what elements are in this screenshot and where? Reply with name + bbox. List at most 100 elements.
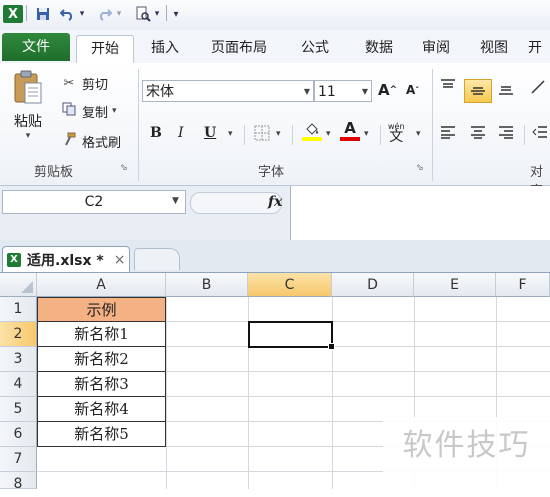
align-middle-button[interactable] — [464, 79, 492, 103]
cell-a2[interactable]: 新名称1 — [37, 322, 166, 347]
select-all-icon — [21, 281, 33, 293]
undo-icon[interactable] — [58, 5, 76, 23]
align-top-icon — [441, 79, 455, 88]
cell-a1[interactable]: 示例 — [37, 297, 166, 322]
format-painter-button[interactable]: 格式刷 — [60, 131, 121, 151]
paste-dropdown-icon[interactable]: ▾ — [26, 131, 31, 141]
copy-button[interactable]: 复制 ▾ — [60, 101, 117, 121]
clipboard-launcher-icon[interactable]: ⬂ — [120, 163, 128, 173]
row-header-6[interactable]: 6 — [0, 422, 37, 447]
row-header-7[interactable]: 7 — [0, 447, 37, 472]
paste-button[interactable]: 粘贴 ▾ — [6, 69, 50, 155]
close-tab-icon[interactable]: × — [114, 252, 126, 268]
font-group-label: 字体 — [258, 165, 285, 180]
fill-handle[interactable] — [328, 343, 335, 350]
tab-developer[interactable]: 开 — [528, 35, 550, 61]
align-right-button[interactable] — [498, 125, 514, 139]
cell-a3[interactable]: 新名称2 — [37, 347, 166, 372]
bold-button[interactable]: B — [150, 125, 162, 141]
phonetic-button[interactable]: wén 文 — [388, 121, 405, 144]
tab-view[interactable]: 视图 — [466, 35, 522, 61]
column-header-a[interactable]: A — [37, 273, 166, 297]
tab-page-layout[interactable]: 页面布局 — [198, 35, 280, 61]
copy-dropdown-icon[interactable]: ▾ — [112, 106, 117, 116]
row-header-8[interactable]: 8 — [0, 472, 37, 492]
tab-insert[interactable]: 插入 — [138, 35, 192, 61]
align-bottom-button[interactable] — [498, 81, 514, 95]
cell-a5[interactable]: 新名称4 — [37, 397, 166, 422]
name-box[interactable]: C2 — [2, 190, 186, 214]
orientation-button[interactable] — [530, 79, 546, 95]
decrease-indent-button[interactable] — [532, 125, 548, 139]
redo-icon[interactable] — [96, 5, 114, 23]
cut-button[interactable]: ✂ 剪切 — [60, 73, 108, 93]
align-center-icon — [471, 126, 485, 139]
column-header-d[interactable]: D — [332, 273, 414, 297]
workbook-tab-label: 适用.xlsx * — [27, 252, 104, 269]
tab-file[interactable]: 文件 — [2, 33, 70, 61]
row-header-5[interactable]: 5 — [0, 397, 37, 422]
divider — [244, 125, 245, 145]
formula-input[interactable] — [290, 186, 550, 240]
paste-icon — [14, 70, 42, 104]
font-size-dropdown-icon[interactable]: ▼ — [362, 81, 368, 103]
paste-label: 粘贴 — [14, 114, 42, 130]
column-header-c[interactable]: C — [248, 273, 332, 297]
copy-label: 复制 — [82, 105, 109, 121]
print-dropdown-icon[interactable]: ▾ — [152, 5, 162, 23]
font-color-dropdown-icon[interactable]: ▾ — [364, 129, 369, 139]
fill-color-button[interactable] — [302, 121, 322, 141]
column-header-e[interactable]: E — [414, 273, 496, 297]
row-header-4[interactable]: 4 — [0, 372, 37, 397]
font-size-combo[interactable]: 11 ▼ — [314, 80, 372, 102]
font-color-button[interactable]: A — [340, 119, 360, 141]
align-bottom-icon — [499, 86, 513, 95]
phonetic-dropdown-icon[interactable]: ▾ — [416, 129, 421, 139]
workbook-icon: X — [7, 252, 21, 267]
borders-dropdown-icon[interactable]: ▾ — [276, 129, 281, 139]
gridline — [166, 297, 167, 489]
tab-home[interactable]: 开始 — [76, 35, 134, 63]
align-center-button[interactable] — [470, 125, 486, 139]
new-workbook-tab[interactable] — [134, 248, 180, 270]
tab-data[interactable]: 数据 — [350, 35, 408, 61]
ribbon-tabs: 文件 开始 插入 页面布局 公式 数据 审阅 视图 开 — [0, 30, 550, 64]
italic-button[interactable]: I — [178, 125, 184, 141]
shrink-font-button[interactable]: Aˇ — [406, 83, 419, 97]
column-header-b[interactable]: B — [166, 273, 248, 297]
undo-dropdown-icon[interactable]: ▾ — [77, 5, 87, 23]
underline-dropdown-icon[interactable]: ▾ — [228, 129, 233, 139]
orientation-icon — [531, 80, 545, 94]
underline-button[interactable]: U — [204, 125, 216, 141]
font-launcher-icon[interactable]: ⬂ — [416, 163, 424, 173]
row-header-1[interactable]: 1 — [0, 297, 37, 322]
fill-color-swatch — [302, 137, 322, 141]
tab-formulas[interactable]: 公式 — [286, 35, 344, 61]
row-header-3[interactable]: 3 — [0, 347, 37, 372]
cell-a6[interactable]: 新名称5 — [37, 422, 166, 447]
row-header-2[interactable]: 2 — [0, 322, 37, 347]
workbook-tab[interactable]: X 适用.xlsx * × — [2, 246, 130, 272]
fill-color-dropdown-icon[interactable]: ▾ — [326, 129, 331, 139]
cell-a4[interactable]: 新名称3 — [37, 372, 166, 397]
name-box-dropdown-icon[interactable]: ▼ — [172, 196, 179, 206]
redo-dropdown-icon[interactable]: ▾ — [114, 5, 124, 23]
save-icon[interactable] — [34, 5, 52, 23]
align-left-button[interactable] — [440, 125, 456, 139]
align-top-button[interactable] — [440, 79, 456, 93]
align-middle-icon — [471, 87, 485, 95]
insert-function-button[interactable]: fx — [268, 194, 282, 210]
select-all-corner[interactable] — [0, 273, 37, 297]
formula-bar: C2 ▼ fx — [0, 186, 550, 241]
font-name-combo[interactable]: 宋体 ▼ — [142, 80, 314, 102]
font-name-dropdown-icon[interactable]: ▼ — [304, 81, 310, 103]
tab-review[interactable]: 审阅 — [410, 35, 462, 61]
borders-button[interactable] — [254, 125, 270, 141]
print-preview-icon[interactable] — [134, 5, 152, 23]
customize-toolbar-icon[interactable]: ▾ — [170, 5, 182, 23]
grow-font-button[interactable]: A ^ — [378, 81, 397, 99]
column-header-f[interactable]: F — [496, 273, 550, 297]
watermark: 软件技巧 — [383, 417, 550, 489]
font-color-icon: A — [344, 119, 356, 137]
selected-cell-c2[interactable] — [248, 321, 335, 350]
